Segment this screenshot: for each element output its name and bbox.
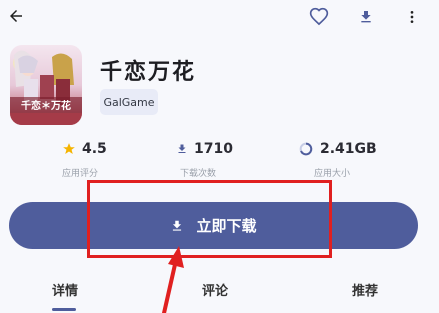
size-ring-icon [299,142,313,156]
app-title: 千恋万花 [100,60,197,85]
top-bar [0,0,439,36]
back-arrow-icon[interactable] [4,4,28,28]
category-tag[interactable]: GalGame [100,89,158,115]
tab-recommend[interactable]: 推荐 [352,280,378,299]
rating-stat: 4.5 [62,141,107,157]
more-vertical-icon[interactable] [400,5,424,29]
app-icon: 千恋＊万花 [10,45,82,125]
downloads-stat: 1710 [176,141,233,157]
downloads-value: 1710 [194,141,233,157]
downloads-label: 下载次数 [180,169,217,179]
star-icon [63,143,75,154]
heart-icon[interactable] [307,5,331,29]
size-value: 2.41GB [320,141,377,157]
svg-text:千恋＊万花: 千恋＊万花 [21,99,71,112]
download-count-icon [178,144,186,153]
tab-comments[interactable]: 评论 [202,280,228,299]
download-icon[interactable] [354,5,378,29]
rating-label: 应用评分 [62,169,99,179]
highlight-box [87,180,332,258]
tab-details[interactable]: 详情 [52,280,78,299]
rating-value: 4.5 [82,141,107,157]
size-stat: 2.41GB [298,141,377,157]
size-label: 应用大小 [314,169,351,179]
active-tab-indicator [52,308,76,311]
tab-bar: 详情 评论 推荐 [0,270,439,313]
